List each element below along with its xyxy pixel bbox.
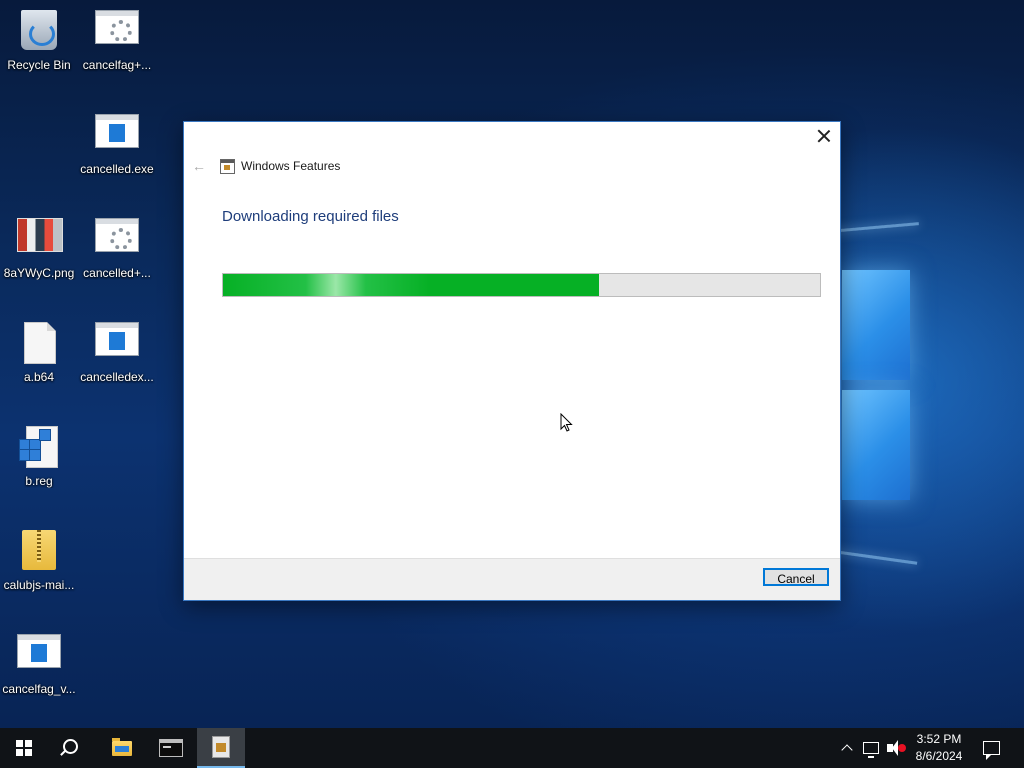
- desktop-icon-a-b64[interactable]: a.b64: [0, 316, 78, 384]
- clock-time: 3:52 PM: [916, 732, 962, 746]
- settings-app-icon: [95, 218, 139, 252]
- chevron-up-icon: [841, 744, 853, 756]
- dialog-title: Windows Features: [241, 159, 341, 173]
- system-clock[interactable]: 3:52 PM 8/6/2024: [908, 731, 970, 765]
- notification-icon: [982, 741, 1000, 760]
- windows-features-dialog: ← Windows Features Downloading required …: [183, 121, 841, 601]
- search-button[interactable]: [48, 728, 96, 768]
- taskbar-windows-features[interactable]: [197, 728, 245, 768]
- desktop-icon-label: a.b64: [23, 370, 55, 384]
- action-center-button[interactable]: [982, 728, 1000, 768]
- desktop-icon-cancelfag-shortcut[interactable]: cancelfag+...: [78, 4, 156, 72]
- taskbar-command-prompt[interactable]: [147, 728, 195, 768]
- wallpaper-logo-pane: [842, 270, 910, 380]
- dialog-heading: Downloading required files: [222, 208, 399, 225]
- speaker-icon: [887, 740, 898, 756]
- taskbar-file-explorer[interactable]: [98, 728, 146, 768]
- network-icon: [863, 742, 879, 758]
- desktop: Recycle Bin cancelfag+... cancelled.exe …: [0, 0, 1024, 728]
- desktop-icon-label: Recycle Bin: [7, 58, 71, 72]
- clock-date: 8/6/2024: [915, 749, 963, 763]
- show-hidden-icons-button[interactable]: [840, 728, 854, 768]
- recycle-bin-icon: [21, 10, 57, 50]
- desktop-icon-b-reg[interactable]: b.reg: [0, 420, 78, 488]
- search-icon: [62, 738, 78, 754]
- desktop-icon-label: cancelledex...: [80, 370, 154, 384]
- start-button[interactable]: [0, 728, 48, 768]
- desktop-icon-label: calubjs-mai...: [3, 578, 75, 592]
- close-icon[interactable]: [816, 128, 832, 144]
- wallpaper-logo-pane: [842, 390, 910, 500]
- desktop-icon-cancelled-shortcut[interactable]: cancelled+...: [78, 212, 156, 280]
- desktop-icon-8aywyc-png[interactable]: 8aYWyC.png: [0, 212, 78, 280]
- application-window-icon: [95, 114, 139, 148]
- application-window-icon: [95, 322, 139, 356]
- volume-status[interactable]: [886, 728, 906, 768]
- desktop-icon-label: cancelled+...: [83, 266, 151, 280]
- desktop-icon-label: cancelfag_v...: [2, 682, 76, 696]
- download-progress-bar: [222, 273, 821, 297]
- settings-app-icon: [95, 10, 139, 44]
- taskbar: 3:52 PM 8/6/2024: [0, 728, 1024, 768]
- cancel-button[interactable]: Cancel: [763, 568, 829, 586]
- application-window-icon: [17, 634, 61, 668]
- desktop-icon-label: cancelled.exe: [80, 162, 154, 176]
- desktop-icon-label: 8aYWyC.png: [3, 266, 75, 280]
- network-status[interactable]: [863, 728, 879, 768]
- windows-features-icon: [212, 736, 230, 758]
- windows-features-icon: [220, 159, 235, 174]
- desktop-icon-label: b.reg: [25, 474, 53, 488]
- desktop-icon-label: cancelfag+...: [82, 58, 152, 72]
- blank-file-icon: [24, 322, 56, 364]
- muted-badge-icon: [898, 744, 906, 752]
- progress-fill: [223, 274, 600, 296]
- desktop-icon-calubjs-zip[interactable]: calubjs-mai...: [0, 524, 78, 592]
- image-thumbnail-icon: [17, 218, 63, 252]
- desktop-icon-cancelfag-v[interactable]: cancelfag_v...: [0, 628, 78, 696]
- back-arrow-icon[interactable]: ←: [192, 158, 206, 174]
- start-icon: [16, 740, 32, 756]
- dialog-footer: Cancel: [184, 558, 840, 600]
- zip-folder-icon: [22, 530, 56, 570]
- command-prompt-icon: [159, 739, 183, 757]
- desktop-icon-recycle-bin[interactable]: Recycle Bin: [0, 4, 78, 72]
- registry-file-icon: [19, 426, 58, 468]
- desktop-icon-cancelledex[interactable]: cancelledex...: [78, 316, 156, 384]
- file-explorer-icon: [112, 737, 132, 756]
- desktop-icon-cancelled-exe[interactable]: cancelled.exe: [78, 108, 156, 176]
